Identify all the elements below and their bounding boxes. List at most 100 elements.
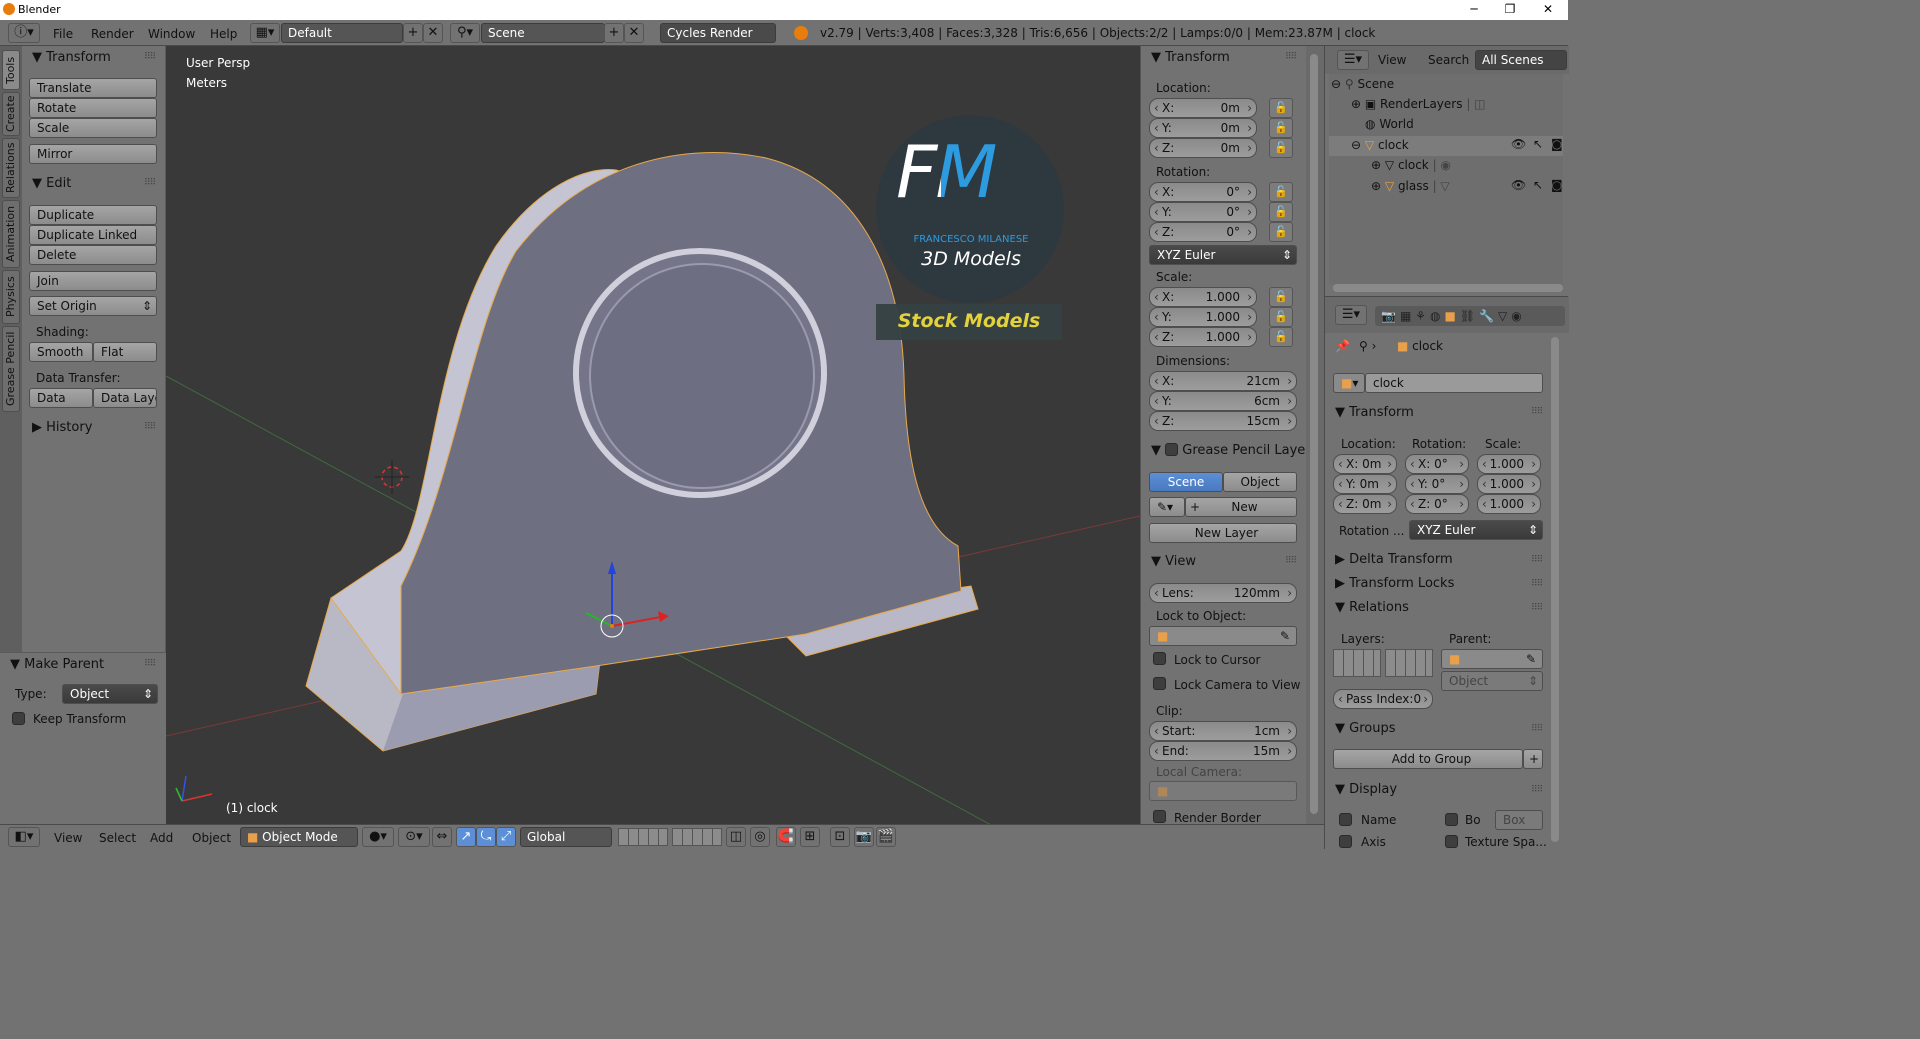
info-editor-type-icon[interactable]: ⓘ▾ xyxy=(8,23,40,43)
mode-dropdown[interactable]: ■ Object Mode xyxy=(240,827,358,847)
drag-grip-icon[interactable]: ⠿⠿ xyxy=(144,52,156,62)
translate-manipulator-icon[interactable]: ↗ xyxy=(456,827,476,847)
menu-render[interactable]: Render xyxy=(91,27,134,41)
object-menu[interactable]: Object xyxy=(192,831,231,845)
outliner-view-menu[interactable]: View xyxy=(1378,53,1406,67)
location-y-field[interactable]: Y: 0m xyxy=(1149,118,1257,138)
pass-index-field[interactable]: Pass Index:0 xyxy=(1333,689,1433,709)
display-axis-checkbox[interactable] xyxy=(1339,835,1352,848)
menu-window[interactable]: Window xyxy=(148,27,195,41)
delete-button[interactable]: Delete xyxy=(29,245,157,265)
grease-pencil-layer-header[interactable]: ▼ Grease Pencil Layer xyxy=(1151,443,1307,458)
rotation-z-field[interactable]: Z: 0° xyxy=(1149,222,1257,242)
location-x-field[interactable]: X: 0m xyxy=(1149,98,1257,118)
props-rotation-z[interactable]: Z: 0° xyxy=(1405,494,1469,514)
lock-icon[interactable]: 🔓 xyxy=(1269,98,1293,118)
renderable-camera-icon[interactable]: ◙ xyxy=(1551,178,1563,192)
texture-space-checkbox[interactable] xyxy=(1445,835,1458,848)
lens-field[interactable]: Lens: 120mm xyxy=(1149,583,1297,603)
display-bounds-checkbox[interactable] xyxy=(1445,813,1458,826)
lock-icon[interactable]: 🔓 xyxy=(1269,307,1293,327)
3d-view-editor-type-icon[interactable]: ◧▾ xyxy=(8,827,40,847)
edit-panel-header[interactable]: ▼ Edit xyxy=(32,176,71,191)
manipulator-toggle-icon[interactable]: ⇔ xyxy=(432,827,452,847)
history-panel-header[interactable]: ▶ History xyxy=(32,420,92,435)
gp-new-button[interactable]: + New xyxy=(1185,497,1297,517)
duplicate-button[interactable]: Duplicate xyxy=(29,205,157,225)
data-button[interactable]: Data xyxy=(29,388,93,408)
layout-dropdown[interactable]: Default xyxy=(281,23,403,43)
visibility-eye-icon[interactable]: 👁 xyxy=(1511,137,1526,151)
props-rotation-y[interactable]: Y: 0° xyxy=(1405,474,1469,494)
mirror-button[interactable]: Mirror xyxy=(29,144,157,164)
display-name-checkbox[interactable] xyxy=(1339,813,1352,826)
lock-to-cursor-checkbox[interactable] xyxy=(1153,652,1166,665)
visibility-eye-icon[interactable]: 👁 xyxy=(1511,178,1526,192)
object-type-icon[interactable]: ■▾ xyxy=(1333,373,1365,393)
lock-object-field[interactable]: ■ ✎ xyxy=(1149,626,1297,646)
grease-pencil-checkbox[interactable] xyxy=(1165,443,1179,456)
outliner-search-menu[interactable]: Search xyxy=(1428,53,1469,67)
add-scene-icon[interactable]: + xyxy=(604,23,624,43)
relations-header[interactable]: ▼ Relations xyxy=(1335,600,1409,615)
snap-toggle-icon[interactable]: 🧲 xyxy=(776,827,796,847)
layer-lock-icon[interactable]: ◫ xyxy=(726,827,746,847)
scene-icon[interactable]: ⚲▾ xyxy=(450,23,480,43)
flat-button[interactable]: Flat xyxy=(93,342,157,362)
props-location-x[interactable]: X: 0m xyxy=(1333,454,1397,474)
eyedropper-icon[interactable]: ✎ xyxy=(1280,627,1290,645)
drag-grip-icon[interactable]: ⠿⠿ xyxy=(1285,52,1297,62)
layers-grid-a[interactable] xyxy=(1333,649,1381,677)
props-location-z[interactable]: Z: 0m xyxy=(1333,494,1397,514)
delta-transform-header[interactable]: ▶ Delta Transform xyxy=(1335,552,1453,567)
transform-orientation-dropdown[interactable]: Global xyxy=(520,827,612,847)
display-header[interactable]: ▼ Display xyxy=(1335,782,1397,797)
lock-icon[interactable]: 🔓 xyxy=(1269,222,1293,242)
lock-camera-checkbox[interactable] xyxy=(1153,677,1166,690)
add-menu[interactable]: Add xyxy=(150,831,173,845)
context-tabs-icon[interactable]: 📷▦⚘◍■⛓🔧▽◉ xyxy=(1375,306,1565,326)
pin-icon[interactable]: 📌 xyxy=(1335,339,1350,353)
data-layout-button[interactable]: Data Layo xyxy=(93,388,157,408)
scale-manipulator-icon[interactable]: ⤢ xyxy=(496,827,516,847)
scale-x-field[interactable]: X: 1.000 xyxy=(1149,287,1257,307)
properties-scrollbar[interactable] xyxy=(1551,337,1559,842)
transform-panel-header[interactable]: ▼ Transform xyxy=(32,50,111,65)
props-location-y[interactable]: Y: 0m xyxy=(1333,474,1397,494)
outliner-row-clock-empty[interactable]: ⊖ ▽ clock xyxy=(1351,138,1409,152)
remove-scene-icon[interactable]: ✕ xyxy=(624,23,644,43)
n-transform-header[interactable]: ▼ Transform xyxy=(1151,50,1230,65)
sidebar-scrollbar[interactable] xyxy=(1306,46,1324,824)
lock-icon[interactable]: 🔓 xyxy=(1269,182,1293,202)
props-transform-header[interactable]: ▼ Transform xyxy=(1335,405,1414,420)
clip-end-field[interactable]: End: 15m xyxy=(1149,741,1297,761)
drag-grip-icon[interactable]: ⠿⠿ xyxy=(1531,555,1543,565)
gp-brush-icon[interactable]: ✎▾ xyxy=(1149,497,1185,517)
properties-editor-type-icon[interactable]: ☰▾ xyxy=(1335,305,1367,325)
3d-viewport[interactable]: User Persp Meters (1) clock FM FRANCESCO… xyxy=(166,46,1140,824)
parent-field[interactable]: ■ ✎ xyxy=(1441,649,1543,669)
keep-transform-checkbox[interactable] xyxy=(12,712,25,725)
outliner-editor-type-icon[interactable]: ☰▾ xyxy=(1337,50,1369,70)
drag-grip-icon[interactable]: ⠿⠿ xyxy=(1531,407,1543,417)
groups-header[interactable]: ▼ Groups xyxy=(1335,721,1396,736)
dimension-x-field[interactable]: X: 21cm xyxy=(1149,371,1297,391)
new-layer-button[interactable]: New Layer xyxy=(1149,523,1297,543)
bounds-type-dropdown[interactable]: Box xyxy=(1495,810,1543,830)
render-border-checkbox[interactable] xyxy=(1153,810,1166,823)
parent-type-dropdown[interactable]: Object ⇕ xyxy=(62,684,158,704)
object-name-field[interactable]: clock xyxy=(1365,373,1543,393)
drag-grip-icon[interactable]: ⠿⠿ xyxy=(144,178,156,188)
drag-grip-icon[interactable]: ⠿⠿ xyxy=(144,659,156,669)
outliner-hscrollbar[interactable] xyxy=(1333,284,1563,292)
drag-grip-icon[interactable]: ⠿⠿ xyxy=(1285,556,1297,566)
drag-grip-icon[interactable]: ⠿⠿ xyxy=(144,422,156,432)
outliner-row-glass[interactable]: ⊕ ▽ glass | ▽ xyxy=(1371,179,1450,193)
new-group-plus-icon[interactable]: + xyxy=(1523,749,1543,769)
menu-help[interactable]: Help xyxy=(210,27,237,41)
renderable-camera-icon[interactable]: ◙ xyxy=(1551,137,1563,151)
close-button[interactable]: ✕ xyxy=(1530,0,1566,20)
scene-layers-grid-b[interactable] xyxy=(672,828,722,846)
props-rotation-mode-dropdown[interactable]: XYZ Euler ⇕ xyxy=(1409,520,1543,540)
screen-layout-icon[interactable]: ▦▾ xyxy=(250,23,280,43)
